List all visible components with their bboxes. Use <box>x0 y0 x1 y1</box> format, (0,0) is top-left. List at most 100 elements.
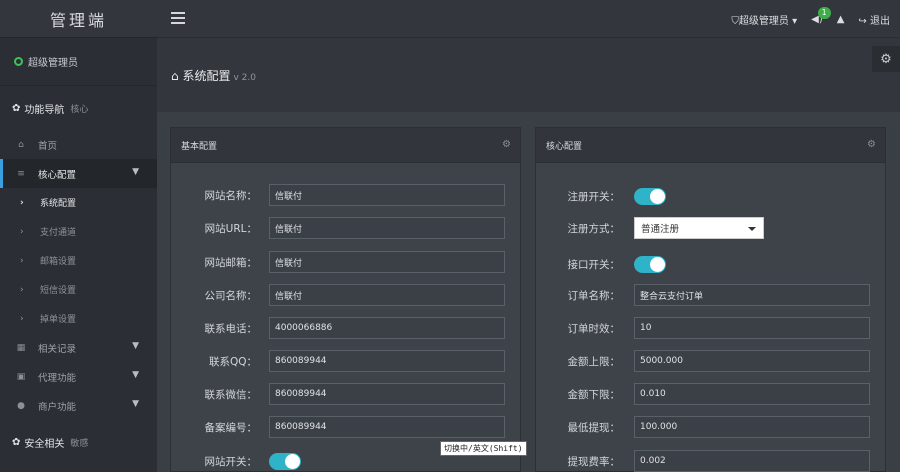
section-security-sub: 敏感 <box>70 438 89 449</box>
min-withdraw-input[interactable]: 100.000 <box>634 416 870 438</box>
sidebar-subitem-label: 邮箱设置 <box>40 257 77 267</box>
logout-button[interactable]: ↪ 退出 <box>858 12 890 27</box>
sidebar-subitem-system-config[interactable]: › 系统配置 <box>0 188 157 217</box>
settings-gear-button[interactable]: ⚙ <box>872 46 900 72</box>
register-switch-toggle[interactable] <box>634 187 666 205</box>
field-label: 注册开关： <box>567 190 621 203</box>
gear-icon[interactable]: ⚙ <box>867 139 876 150</box>
home-icon: ⌂ <box>18 139 24 150</box>
field-row: 金额上限： 5000.000 <box>535 350 870 372</box>
ime-tooltip: 切换中/英文(Shift) <box>440 441 527 456</box>
field-row: 注册方式： 普通注册 <box>535 217 764 239</box>
amount-max-input[interactable]: 5000.000 <box>634 350 870 372</box>
chevron-down-icon: ▼ <box>132 399 139 409</box>
page-version: v 2.0 <box>233 73 256 83</box>
user-status: 超级管理员 <box>0 38 157 86</box>
site-email-input[interactable]: 信联付 <box>269 251 505 273</box>
site-name-input[interactable]: 信联付 <box>269 184 505 206</box>
company-name-input[interactable]: 信联付 <box>269 284 505 306</box>
sidebar-item-core-config[interactable]: ≡ 核心配置 ▼ <box>0 159 157 188</box>
panel-title: 基本配置 <box>181 141 218 152</box>
field-row: 公司名称： 信联付 <box>170 284 505 306</box>
chevron-right-icon: › <box>20 255 24 266</box>
role-label: 超级管理员 <box>738 15 789 27</box>
calendar-icon: ▦ <box>16 342 26 353</box>
field-label: 联系电话： <box>204 322 258 335</box>
role-dropdown[interactable]: ⛉超级管理员 ▾ <box>731 12 797 27</box>
sidebar-subitem-dropped-order-settings[interactable]: › 掉单设置 <box>0 304 157 333</box>
home-icon: ⌂ <box>171 69 183 83</box>
section-security-title: 安全相关 <box>24 438 65 450</box>
qq-input[interactable]: 860089944 <box>269 350 505 372</box>
chevron-right-icon: › <box>20 284 24 295</box>
field-label: 联系微信： <box>204 388 258 401</box>
order-name-input[interactable]: 整合云支付订单 <box>634 284 870 306</box>
sidebar: 管理端 超级管理员 ✿ 功能导航 核心 ⌂ 首页 ≡ 核心配置 ▼ › 系统配置… <box>0 0 157 472</box>
field-label: 网站邮箱： <box>204 256 258 269</box>
notice-button[interactable]: ◀) 1 <box>811 6 831 25</box>
user-name: 超级管理员 <box>28 58 78 69</box>
field-row: 联系微信： 860089944 <box>170 383 505 405</box>
user-icon: ● <box>17 400 25 411</box>
field-row: 金额下限： 0.010 <box>535 383 870 405</box>
app-logo: 管理端 <box>0 0 157 38</box>
field-row: 接口开关： <box>535 253 666 275</box>
sidebar-item-agent[interactable]: ▣ 代理功能 ▼ <box>0 362 157 391</box>
chevron-down-icon: ▼ <box>132 370 139 380</box>
field-row: 网站邮箱： 信联付 <box>170 251 505 273</box>
menu-toggle-icon[interactable] <box>171 12 185 24</box>
section-nav-title: 功能导航 <box>24 104 65 116</box>
field-label: 网站名称： <box>204 189 258 202</box>
gear-icon: ✿ <box>12 102 21 114</box>
field-row: 网站名称： 信联付 <box>170 184 505 206</box>
icp-input[interactable]: 860089944 <box>269 416 505 438</box>
sidebar-item-home[interactable]: ⌂ 首页 <box>0 130 157 159</box>
chevron-down-icon: ▼ <box>132 341 139 351</box>
site-url-input[interactable]: 信联付 <box>269 217 505 239</box>
site-switch-toggle[interactable] <box>269 452 301 470</box>
page-title-text: 系统配置 <box>182 69 231 83</box>
sidebar-item-records[interactable]: ▦ 相关记录 ▼ <box>0 333 157 362</box>
sidebar-item-label: 商户功能 <box>38 401 77 413</box>
sidebar-item-merchant[interactable]: ● 商户功能 ▼ <box>0 391 157 420</box>
field-row: 联系QQ： 860089944 <box>170 350 505 372</box>
gear-icon: ⚙ <box>880 51 892 67</box>
register-mode-select[interactable]: 普通注册 <box>634 217 764 239</box>
field-label: 公司名称： <box>204 289 258 302</box>
caret-down-icon <box>748 227 756 231</box>
field-label: 订单时效： <box>567 322 621 335</box>
field-row: 注册开关： <box>535 185 666 207</box>
gear-icon[interactable]: ⚙ <box>502 139 511 150</box>
order-timeout-input[interactable]: 10 <box>634 317 870 339</box>
sidebar-subitem-payment-channel[interactable]: › 支付通道 <box>0 217 157 246</box>
section-security: ✿ 安全相关 敏感 <box>0 420 157 464</box>
field-label: 最低提现： <box>567 421 621 434</box>
logout-label: 退出 <box>870 15 890 27</box>
field-row: 网站URL： 信联付 <box>170 217 505 239</box>
sidebar-subitem-sms-settings[interactable]: › 短信设置 <box>0 275 157 304</box>
field-label: 网站开关： <box>204 455 258 468</box>
field-row: 联系电话： 4000066886 <box>170 317 505 339</box>
page-header: ⌂ 系统配置 v 2.0 ⚙ <box>157 38 900 112</box>
field-label: 金额上限： <box>567 355 621 368</box>
sidebar-item-label: 核心配置 <box>38 169 77 181</box>
logout-icon: ↪ <box>858 15 867 27</box>
caret-down-icon: ▾ <box>788 15 798 27</box>
api-switch-toggle[interactable] <box>634 255 666 273</box>
topbar: ⛉超级管理员 ▾ ◀) 1 ▲ ↪ 退出 <box>157 0 900 38</box>
page-title: ⌂ 系统配置 v 2.0 <box>171 67 256 84</box>
car-icon: ▣ <box>16 371 26 382</box>
field-row: 备案编号： 860089944 <box>170 416 505 438</box>
sidebar-subitem-email-settings[interactable]: › 邮箱设置 <box>0 246 157 275</box>
sidebar-subitem-label: 支付通道 <box>40 228 77 238</box>
panel-header: 基本配置 ⚙ <box>171 128 520 163</box>
withdraw-fee-input[interactable]: 0.002 <box>634 450 870 472</box>
phone-input[interactable]: 4000066886 <box>269 317 505 339</box>
field-label: 注册方式： <box>567 222 621 235</box>
bell-icon[interactable]: ▲ <box>837 14 845 25</box>
wechat-input[interactable]: 860089944 <box>269 383 505 405</box>
field-label: 联系QQ： <box>208 355 257 368</box>
field-row: 最低提现： 100.000 <box>535 416 870 438</box>
field-row: 网站开关： <box>170 450 301 472</box>
amount-min-input[interactable]: 0.010 <box>634 383 870 405</box>
